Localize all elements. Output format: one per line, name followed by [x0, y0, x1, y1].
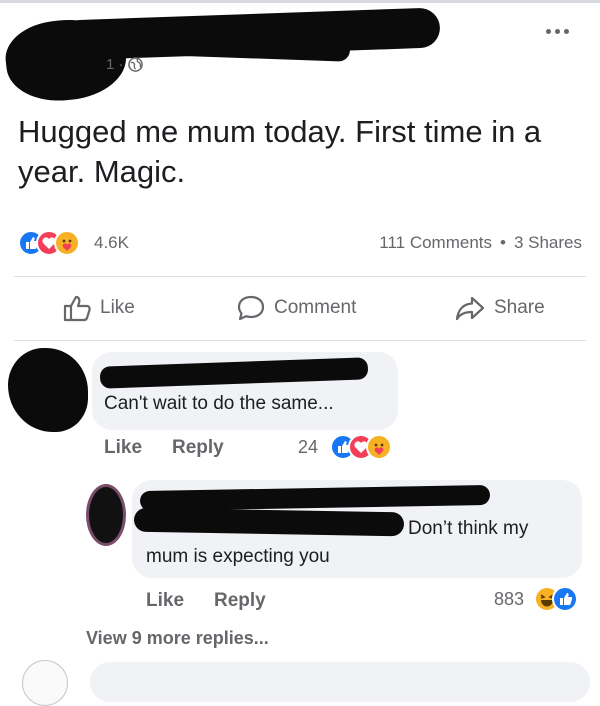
view-more-replies-link[interactable]: View 9 more replies... — [86, 628, 269, 649]
like-button-label: Like — [100, 297, 135, 318]
reaction-summary[interactable]: 4.6K — [18, 230, 138, 258]
thumbs-up-icon — [63, 295, 91, 322]
reply-1-bubble: Don’t think my mum is expecting you — [132, 480, 582, 578]
post-text: Hugged me mum today. First time in a yea… — [18, 114, 542, 189]
redacted-reply-mention — [133, 507, 405, 537]
reply-1-reactions[interactable]: 883 — [494, 586, 586, 614]
comment-1-reactions[interactable]: 24 — [298, 434, 408, 462]
shares-count-link[interactable]: 3 Shares — [514, 233, 582, 253]
reply-1-like-link[interactable]: Like — [146, 590, 184, 612]
post-stats: 111 Comments • 3 Shares — [379, 233, 582, 253]
care-reaction-icon — [366, 434, 392, 460]
share-button-label: Share — [494, 297, 545, 318]
more-dots-icon[interactable] — [546, 24, 576, 38]
divider-bottom — [14, 340, 586, 341]
reply-1-text-line1: Don’t think my — [408, 518, 529, 539]
comment-1-text: Can't wait to do the same... — [104, 393, 334, 414]
divider-top — [14, 276, 586, 277]
comment-button-label: Comment — [274, 297, 357, 318]
reply-1-text-line2: mum is expecting you — [146, 546, 330, 567]
comment-button[interactable]: Comment — [236, 290, 356, 326]
top-border — [0, 0, 600, 3]
comment-1-bubble: Can't wait to do the same... — [92, 352, 398, 430]
redacted-commenter-name — [99, 357, 369, 389]
reaction-count: 4.6K — [94, 233, 129, 252]
comment-1-reply-link[interactable]: Reply — [172, 437, 224, 459]
comments-count-link[interactable]: 111 Comments — [379, 233, 492, 253]
reply-1-reaction-count: 883 — [494, 589, 525, 609]
like-reaction-icon — [552, 586, 578, 612]
next-comment-bubble — [90, 662, 590, 702]
timestamp-text: 1 · — [106, 56, 124, 73]
post-timestamp[interactable]: 1 · — [106, 56, 143, 73]
redacted-replier-name — [139, 484, 491, 512]
redacted-commenter-avatar — [8, 348, 88, 432]
stats-separator: • — [500, 233, 506, 252]
replier-avatar — [86, 484, 126, 546]
next-commenter-avatar — [22, 660, 68, 706]
share-arrow-icon — [455, 296, 485, 321]
reply-1-reply-link[interactable]: Reply — [214, 590, 266, 612]
like-button[interactable]: Like — [62, 290, 135, 326]
care-reaction-icon — [54, 230, 80, 256]
globe-icon — [127, 57, 143, 72]
comment-1-like-link[interactable]: Like — [104, 437, 142, 459]
comment-bubble-icon — [237, 295, 265, 321]
share-button[interactable]: Share — [454, 290, 545, 326]
comment-1-reaction-count: 24 — [298, 437, 319, 457]
